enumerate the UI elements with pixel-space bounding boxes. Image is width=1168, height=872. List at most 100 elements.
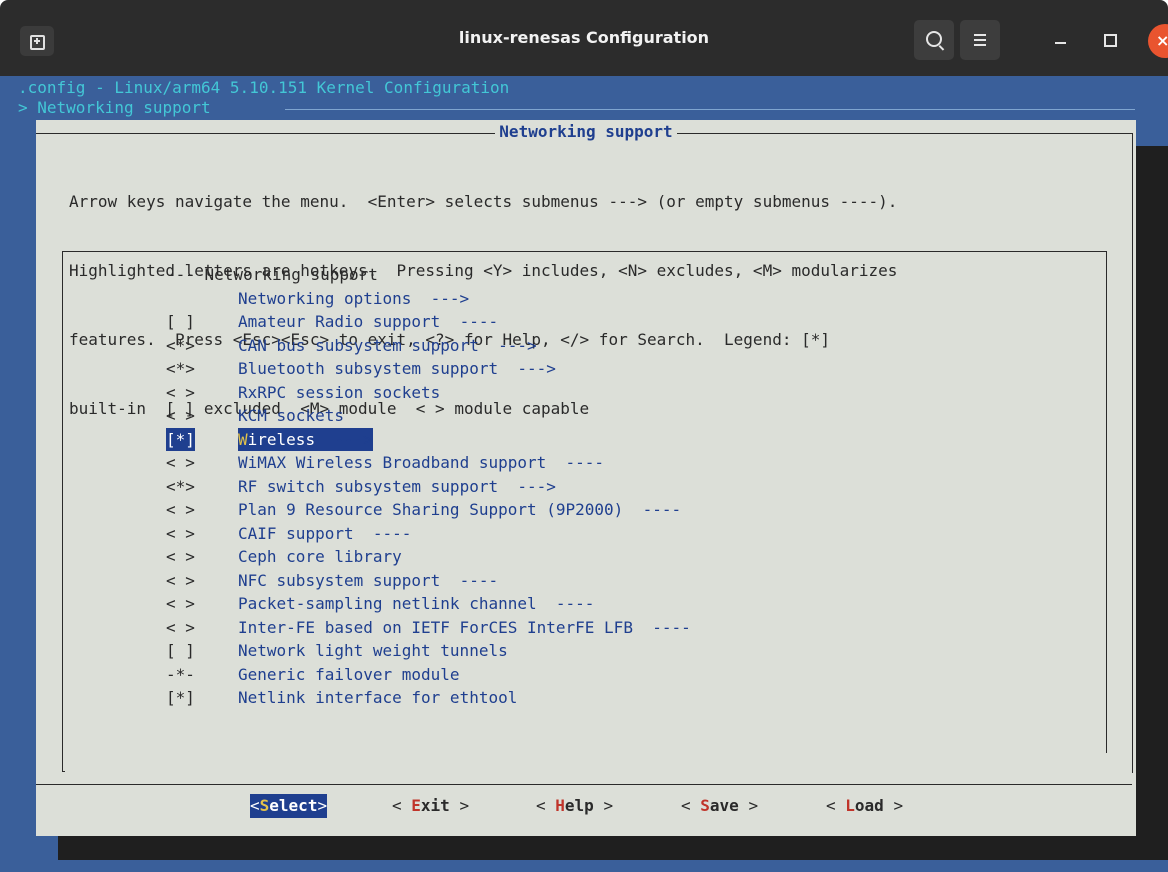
- menu-item-marker[interactable]: -*-: [166, 663, 195, 686]
- button-bar: <Select> < Exit > < Help > < Save > < Load >: [36, 794, 1132, 818]
- menu-item-label: CAN bus subsystem support --->: [238, 334, 537, 357]
- menu-item-submenu-arrow: ----: [440, 312, 499, 331]
- menu-item-submenu-arrow: ----: [536, 594, 595, 613]
- menu-item-marker[interactable]: < >: [166, 569, 195, 592]
- button-bracket: >: [738, 796, 759, 815]
- menu-item-hotkey: R: [238, 476, 248, 496]
- config-path-line: .config - Linux/arm64 5.10.151 Kernel Co…: [18, 78, 510, 97]
- menu-item-label: Amateur Radio support ----: [238, 310, 498, 333]
- menu-button[interactable]: [960, 20, 1000, 60]
- menu-item-label: RF switch subsystem support --->: [238, 475, 556, 498]
- menu-item-submenu-arrow: --->: [498, 359, 556, 378]
- menu-item-marker[interactable]: [ ]: [166, 310, 195, 333]
- menu-item-marker[interactable]: <*>: [166, 475, 195, 498]
- hamburger-menu-icon: [974, 34, 986, 36]
- save-button[interactable]: < Save >: [681, 794, 758, 818]
- button-bracket: <: [681, 796, 701, 815]
- button-bracket: <: [536, 796, 556, 815]
- menu-item-marker: --- Networking support: [166, 265, 378, 284]
- menu-item-marker[interactable]: <*>: [166, 357, 195, 380]
- menu-item-label: Netlink interface for ethtool: [238, 686, 517, 709]
- menu-item-marker[interactable]: <*>: [166, 334, 195, 357]
- menu-item-text: Inter-FE based on IETF ForCES InterFE LF…: [238, 617, 633, 637]
- button-label: elect: [269, 796, 318, 815]
- minimize-icon[interactable]: [1055, 42, 1066, 44]
- help-line: features. Press <Esc><Esc> to exit, <?> …: [69, 330, 830, 349]
- menu-item-submenu-arrow: --->: [411, 288, 470, 308]
- close-icon: ×: [1156, 31, 1168, 50]
- menu-item-hotkey: Ne: [238, 641, 258, 660]
- menu-item-label: Inter-FE based on IETF ForCES InterFE LF…: [238, 616, 691, 639]
- button-hotkey: S: [259, 796, 270, 815]
- menu-item-hotkey: C: [238, 523, 248, 543]
- title-bar: linux-renesas Configuration ×: [0, 0, 1168, 76]
- menu-item-text: CAN bus subsystem support: [238, 335, 479, 355]
- menu-item-label: RxRPC session sockets: [238, 381, 440, 404]
- menu-item-marker[interactable]: < >: [166, 545, 195, 568]
- menu-box-border: [62, 771, 65, 772]
- button-bracket: >: [317, 796, 328, 815]
- menu-item-hotkey: K: [238, 406, 248, 425]
- menu-item-marker[interactable]: < >: [166, 522, 195, 545]
- button-separator: [36, 784, 1132, 785]
- menu-item-submenu-arrow: --->: [478, 335, 537, 355]
- menu-item-text: link interface for ethtool: [266, 688, 518, 707]
- close-button[interactable]: ×: [1148, 24, 1168, 58]
- search-button[interactable]: [914, 20, 954, 60]
- breadcrumb-rule: [285, 109, 1135, 110]
- menu-box-border: [62, 251, 1106, 252]
- menu-item-marker[interactable]: < >: [166, 451, 195, 474]
- menu-item-marker[interactable]: < >: [166, 498, 195, 521]
- menu-item-text: FC subsystem support: [247, 570, 441, 590]
- menu-item-label: KCM sockets: [238, 404, 344, 427]
- maximize-icon[interactable]: [1104, 34, 1117, 47]
- menu-item-marker[interactable]: [ ]: [166, 639, 195, 662]
- button-hotkey: H: [555, 796, 565, 815]
- menu-item-marker[interactable]: [*]: [166, 427, 195, 451]
- menu-item-submenu-arrow: ----: [440, 570, 499, 590]
- menu-item-submenu-arrow: --->: [315, 429, 373, 449]
- menu-item-text: xRPC session sockets: [247, 382, 441, 402]
- button-label: elp: [564, 796, 594, 815]
- search-icon: [926, 31, 942, 47]
- load-button[interactable]: < Load >: [826, 794, 903, 818]
- menu-item-submenu-arrow: ----: [623, 500, 682, 519]
- button-hotkey: L: [845, 796, 855, 815]
- menu-item-hotkey: R: [238, 382, 248, 402]
- menu-item-marker[interactable]: < >: [166, 592, 195, 615]
- menu-item-marker[interactable]: [*]: [166, 686, 195, 709]
- breadcrumb: > Networking support: [18, 98, 211, 117]
- exit-button[interactable]: < Exit >: [392, 794, 469, 818]
- button-bracket: <: [250, 796, 260, 815]
- dialog-title: Networking support: [36, 120, 1136, 144]
- terminal-area[interactable]: .config - Linux/arm64 5.10.151 Kernel Co…: [0, 76, 1168, 872]
- help-line: Arrow keys navigate the menu. <Enter> se…: [69, 192, 898, 211]
- menu-item-text: iMAX Wireless Broadband support: [247, 453, 547, 472]
- select-button[interactable]: <Select>: [250, 794, 328, 818]
- menu-item-marker[interactable]: < >: [166, 381, 195, 404]
- menu-item-text: tworking options: [257, 288, 412, 308]
- help-line: built-in [ ] excluded <M> module < > mod…: [69, 399, 590, 418]
- button-label: ave: [709, 796, 739, 815]
- terminal-window: linux-renesas Configuration × .config - …: [0, 0, 1168, 872]
- menu-item-label: Packet-sampling netlink channel ----: [238, 592, 594, 615]
- menu-item-hotkey: W: [238, 453, 248, 472]
- menu-item-label: NFC subsystem support ----: [238, 569, 498, 592]
- menu-item-hotkey: W: [238, 429, 248, 449]
- menu-item-label: Plan 9 Resource Sharing Support (9P2000)…: [238, 498, 681, 521]
- menu-item-label: Network light weight tunnels: [238, 639, 508, 662]
- menu-box-border: [1106, 251, 1107, 753]
- menu-item-label: Bluetooth subsystem support --->: [238, 357, 556, 380]
- button-bracket: <: [392, 796, 412, 815]
- menu-item-text: CM sockets: [247, 406, 344, 425]
- menu-item-text: Bluetooth subsystem support: [238, 359, 499, 378]
- menu-item-hotkey: Ne: [238, 288, 258, 308]
- menu-item-text: Plan 9 Resource Sharing Support (9P2000): [238, 500, 624, 519]
- button-bracket: >: [449, 796, 470, 815]
- menu-item-label: Networking options --->: [238, 287, 469, 310]
- menu-box-border: [62, 251, 63, 771]
- menu-item-marker[interactable]: < >: [166, 616, 195, 639]
- menu-item-marker[interactable]: < >: [166, 404, 195, 427]
- menu-item-label: Wireless --->: [238, 427, 373, 451]
- help-button[interactable]: < Help >: [536, 794, 613, 818]
